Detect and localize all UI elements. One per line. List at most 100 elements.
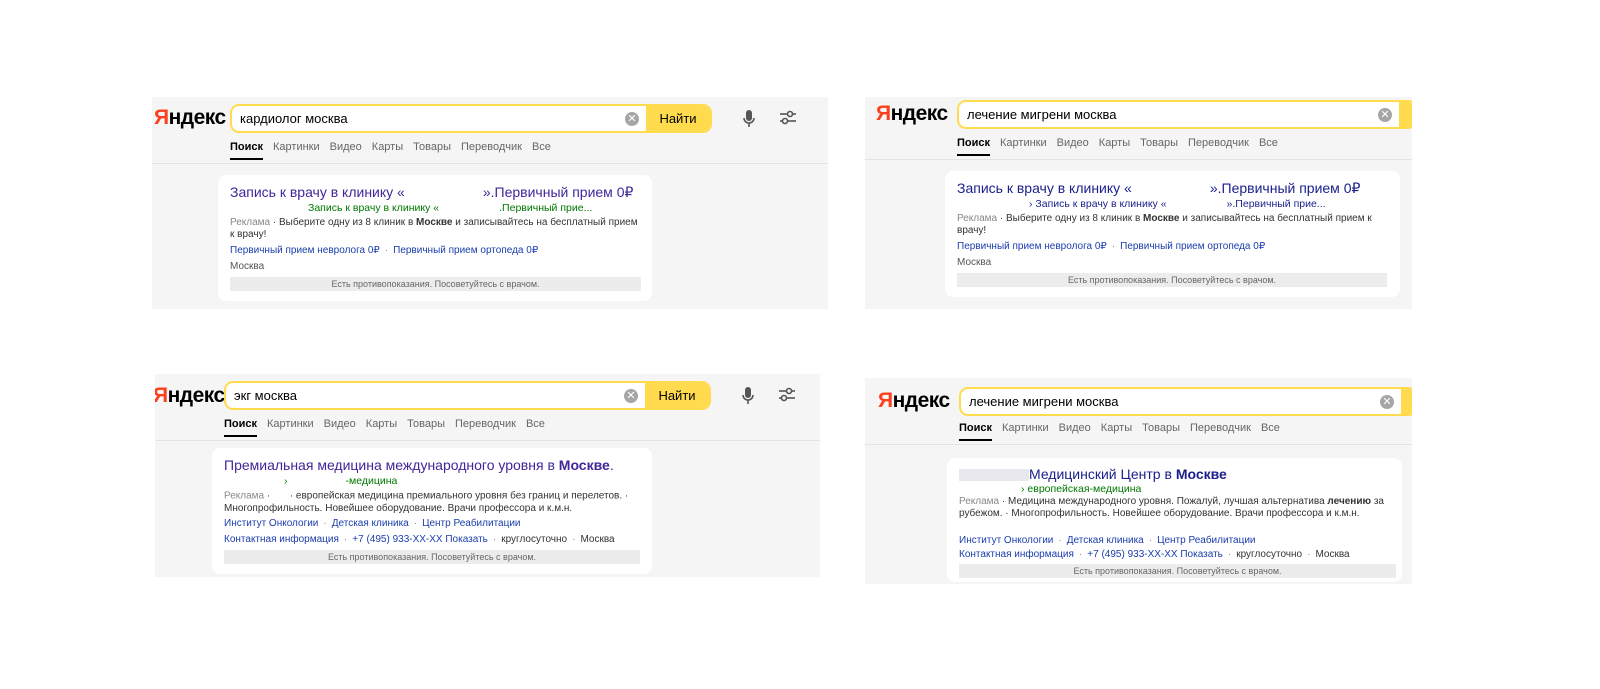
ad-result-card: Медицинский Центр в Москве › европейская… (947, 458, 1402, 582)
tab-translator[interactable]: Переводчик (1188, 137, 1249, 149)
tab-translator[interactable]: Переводчик (455, 418, 516, 430)
result-snippet: Реклама · Медицина международного уровня… (959, 496, 1384, 519)
header-divider (155, 440, 820, 441)
yandex-logo[interactable]: Яндекс (154, 106, 226, 130)
tab-maps[interactable]: Карты (1099, 137, 1130, 149)
filter-settings-icon[interactable] (779, 110, 797, 126)
clear-icon[interactable]: ✕ (1378, 107, 1392, 122)
search-input[interactable]: лечение мигрени москва (961, 394, 1380, 409)
tab-video[interactable]: Видео (1057, 137, 1089, 149)
yandex-logo[interactable]: Яндекс (155, 384, 225, 408)
search-bar[interactable]: экг москва ✕ Найти (224, 381, 711, 410)
header-divider (865, 444, 1412, 445)
tab-products[interactable]: Товары (413, 141, 451, 153)
tab-translator[interactable]: Переводчик (1190, 422, 1251, 434)
tab-all[interactable]: Все (526, 418, 545, 430)
search-tabs: Поиск Картинки Видео Карты Товары Перево… (959, 422, 1290, 441)
tab-search[interactable]: Поиск (959, 422, 993, 441)
tab-images[interactable]: Картинки (273, 141, 320, 153)
tab-all[interactable]: Все (1261, 422, 1280, 434)
tab-maps[interactable]: Карты (366, 418, 397, 430)
medical-warning: Есть противопоказания. Посоветуйтесь с в… (224, 550, 640, 564)
clear-icon[interactable]: ✕ (625, 111, 639, 126)
sitelinks: Первичный прием невролога 0₽ · Первичный п… (957, 241, 1266, 252)
tab-products[interactable]: Товары (1142, 422, 1180, 434)
tab-search[interactable]: Поиск (230, 141, 264, 160)
tab-images[interactable]: Картинки (1000, 137, 1047, 149)
medical-warning: Есть противопоказания. Посоветуйтесь с в… (230, 277, 641, 291)
sitelinks: Институт Онкологии · Детская клиника · Центр… (959, 535, 1256, 546)
result-title[interactable]: Запись к врачу в клинику «».Первичный пр… (230, 184, 633, 201)
search-input[interactable]: лечение мигрени москва (959, 107, 1378, 122)
search-input[interactable]: кардиолог москва (232, 111, 625, 126)
serp-panel-1: Яндекс кардиолог москва ✕ Найти Поиск Ка… (152, 97, 828, 309)
result-snippet: Реклама · Выберите одну из 8 клиник в Мо… (230, 217, 638, 240)
sitelink[interactable]: Первичный прием ортопеда 0₽ (393, 245, 538, 256)
tab-products[interactable]: Товары (1140, 137, 1178, 149)
contact-row: Контактная информация · +7 (495) 933-ХХ-ХХ… (224, 534, 615, 545)
tab-all[interactable]: Все (532, 141, 551, 153)
result-title[interactable]: Запись к врачу в клинику «».Первичный пр… (957, 180, 1360, 197)
tab-video[interactable]: Видео (1059, 422, 1091, 434)
search-tabs: Поиск Картинки Видео Карты Товары Перево… (230, 141, 561, 160)
tab-all[interactable]: Все (1259, 137, 1278, 149)
sitelink[interactable]: Первичный прием невролога 0₽ (230, 245, 380, 256)
serp-panel-4: Яндекс лечение мигрени москва ✕ Поиск Ка… (865, 378, 1412, 584)
filter-settings-icon[interactable] (778, 387, 796, 403)
medical-warning: Есть противопоказания. Посоветуйтесь с в… (959, 564, 1396, 578)
tab-translator[interactable]: Переводчик (461, 141, 522, 153)
search-bar[interactable]: кардиолог москва ✕ Найти (230, 104, 712, 133)
search-bar[interactable]: лечение мигрени москва ✕ (959, 387, 1412, 416)
yandex-logo[interactable]: Яндекс (878, 389, 950, 413)
sitelinks: Институт Онкологии · Детская клиника · Центр… (224, 518, 521, 529)
tab-images[interactable]: Картинки (267, 418, 314, 430)
contact-info-link[interactable]: Контактная информация (224, 534, 339, 545)
microphone-icon[interactable] (742, 109, 756, 129)
search-bar[interactable]: лечение мигрени москва ✕ (957, 100, 1412, 129)
header-divider (865, 159, 1412, 160)
search-input[interactable]: экг москва (226, 388, 624, 403)
tab-maps[interactable]: Карты (1101, 422, 1132, 434)
sitelink[interactable]: Детская клиника (1067, 535, 1144, 546)
sitelink[interactable]: Первичный прием ортопеда 0₽ (1120, 241, 1265, 252)
sitelink[interactable]: Центр Реабилитации (422, 518, 520, 529)
result-title[interactable]: Премиальная медицина международного уров… (224, 457, 614, 473)
result-url[interactable]: Запись к врачу в клинику «.Первичный при… (308, 202, 592, 215)
phone-show-link[interactable]: +7 (495) 933-ХХ-ХХ Показать (352, 534, 488, 545)
tab-products[interactable]: Товары (407, 418, 445, 430)
find-button[interactable] (1399, 102, 1412, 127)
tab-images[interactable]: Картинки (1002, 422, 1049, 434)
tab-search[interactable]: Поиск (224, 418, 258, 437)
yandex-logo[interactable]: Яндекс (876, 102, 948, 126)
sitelink[interactable]: Первичный прием невролога 0₽ (957, 241, 1107, 252)
contact-info-link[interactable]: Контактная информация (959, 549, 1074, 560)
find-button[interactable]: Найти (646, 106, 710, 131)
tab-maps[interactable]: Карты (372, 141, 403, 153)
sitelink[interactable]: Центр Реабилитации (1157, 535, 1255, 546)
header-divider (152, 163, 828, 164)
clear-icon[interactable]: ✕ (1380, 394, 1394, 409)
sitelink[interactable]: Институт Онкологии (224, 518, 318, 529)
result-url[interactable]: › -медицина (224, 475, 397, 488)
tab-video[interactable]: Видео (330, 141, 362, 153)
find-button[interactable] (1401, 389, 1412, 414)
tab-search[interactable]: Поиск (957, 137, 991, 156)
ad-result-card: Запись к врачу в клинику «».Первичный пр… (945, 171, 1400, 297)
tab-video[interactable]: Видео (324, 418, 356, 430)
contact-row: Контактная информация · +7 (495) 933-ХХ-ХХ… (959, 549, 1350, 560)
clear-icon[interactable]: ✕ (624, 388, 638, 403)
search-tabs: Поиск Картинки Видео Карты Товары Перево… (957, 137, 1288, 156)
phone-show-link[interactable]: +7 (495) 933-ХХ-ХХ Показать (1087, 549, 1223, 560)
find-button[interactable]: Найти (645, 383, 709, 408)
sitelinks: Первичный прием невролога 0₽ · Первичный п… (230, 245, 539, 256)
serp-panel-3: Яндекс экг москва ✕ Найти Поиск Картинки… (155, 374, 820, 577)
microphone-icon[interactable] (741, 386, 755, 406)
result-url[interactable]: › европейская-медицина (1021, 483, 1141, 495)
result-title[interactable]: Медицинский Центр в Москве (959, 466, 1227, 482)
search-tabs: Поиск Картинки Видео Карты Товары Перево… (224, 418, 555, 437)
sitelink[interactable]: Институт Онкологии (959, 535, 1053, 546)
result-snippet: Реклама · · европейская медицина премиал… (224, 490, 629, 514)
medical-warning: Есть противопоказания. Посоветуйтесь с в… (957, 273, 1387, 287)
sitelink[interactable]: Детская клиника (332, 518, 409, 529)
result-url[interactable]: › Запись к врачу в клинику «».Первичный … (1029, 198, 1326, 211)
